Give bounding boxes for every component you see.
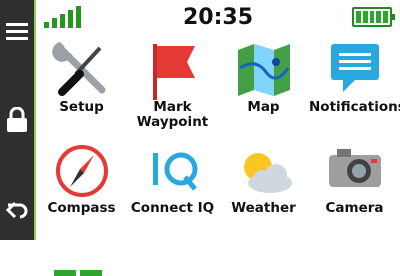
app-weather[interactable]: Weather bbox=[218, 139, 309, 216]
chat-bubble-icon bbox=[323, 38, 387, 102]
app-label: Weather bbox=[231, 200, 296, 216]
app-grid: Setup Mark Waypoint Map Notifications Co… bbox=[36, 36, 400, 276]
app-notifications[interactable]: Notifications bbox=[309, 38, 400, 115]
flag-icon bbox=[141, 38, 205, 102]
app-camera[interactable]: Camera bbox=[309, 139, 400, 216]
app-map[interactable]: Map bbox=[218, 38, 309, 115]
menu-button[interactable] bbox=[0, 14, 34, 50]
app-compass[interactable]: Compass bbox=[36, 139, 127, 216]
camera-icon bbox=[323, 139, 387, 203]
next-row-peek bbox=[54, 270, 76, 276]
app-label: Mark Waypoint bbox=[136, 99, 209, 130]
menu-icon bbox=[6, 23, 28, 40]
app-label: Camera bbox=[325, 200, 384, 216]
back-icon bbox=[5, 201, 28, 219]
app-setup[interactable]: Setup bbox=[36, 38, 127, 115]
app-label: Map bbox=[247, 99, 280, 115]
app-label: Connect IQ bbox=[130, 200, 215, 216]
app-connect-iq[interactable]: Connect IQ bbox=[127, 139, 218, 216]
sidebar bbox=[0, 0, 36, 240]
lock-icon bbox=[7, 107, 27, 132]
map-icon bbox=[232, 38, 296, 102]
battery-icon bbox=[352, 7, 395, 27]
connect-iq-icon bbox=[141, 139, 205, 203]
lock-button[interactable] bbox=[0, 100, 34, 140]
app-label: Setup bbox=[59, 99, 104, 115]
next-row-peek bbox=[80, 270, 102, 276]
compass-icon bbox=[50, 139, 114, 203]
status-bar: 20:35 bbox=[36, 0, 400, 36]
back-button[interactable] bbox=[0, 192, 34, 228]
app-mark-waypoint[interactable]: Mark Waypoint bbox=[127, 38, 218, 130]
app-label: Compass bbox=[47, 200, 116, 216]
weather-icon bbox=[232, 139, 296, 203]
clock: 20:35 bbox=[182, 5, 254, 30]
wrench-screwdriver-icon bbox=[50, 38, 114, 102]
app-label: Notifications bbox=[309, 99, 400, 115]
